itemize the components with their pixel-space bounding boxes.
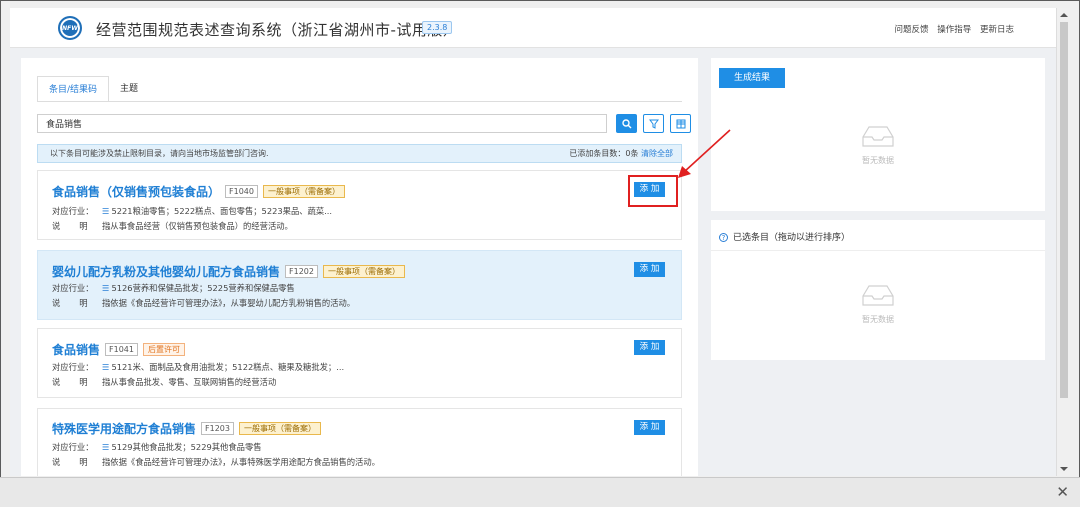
tab-divider [37, 101, 682, 102]
version-badge: 2.3.8 [422, 21, 453, 34]
empty-inbox-icon [862, 126, 894, 147]
add-button[interactable]: 添 加 [634, 420, 665, 435]
selected-title: 已选条目（拖动以进行排序） [733, 233, 851, 243]
industry-line: 对应行业： ☰ 5126营养和保健品批发；5225营养和保健品零售 [52, 282, 295, 294]
filter-icon [648, 119, 659, 129]
industry-text: 5126营养和保健品批发；5225营养和保健品零售 [111, 283, 295, 293]
search-icon [621, 118, 631, 128]
industry-text: 5221粮油零售；5222糕点、面包零售；5223果品、蔬菜... [111, 206, 333, 216]
clear-all-link[interactable]: 清除全部 [641, 149, 673, 158]
add-button[interactable]: 添 加 [634, 262, 665, 277]
tab-bar: 条目/结果码 主题 [37, 76, 149, 102]
desc-line: 说明：指从事食品经营（仅销售预包装食品）的经营活动。 [52, 220, 293, 232]
scroll-down-arrow[interactable] [1060, 467, 1068, 471]
result-title[interactable]: 食品销售（仅销售预包装食品） F1040 一般事项（需备案） [52, 183, 345, 200]
scrollbar[interactable] [1056, 8, 1070, 476]
selected-header: ? 已选条目（拖动以进行排序） [719, 230, 850, 243]
industry-label: 对应行业： [52, 206, 94, 216]
result-card: 食品销售（仅销售预包装食品） F1040 一般事项（需备案） 对应行业： ☰ 5221粮… [37, 170, 682, 240]
list-icon: ☰ [102, 442, 110, 452]
guide-link[interactable]: 操作指导 [937, 25, 971, 35]
result-panel: 生成结果 暂无数据 [711, 58, 1045, 211]
desc-text: 指从事食品批发、零售、互联网销售的经营活动 [102, 377, 277, 387]
result-tag: 一般事项（需备案） [262, 185, 345, 198]
result-name: 食品销售（仅销售预包装食品） [52, 185, 221, 199]
result-code: F1041 [105, 343, 138, 356]
tab-theme[interactable]: 主题 [109, 76, 149, 102]
industry-label: 对应行业： [52, 442, 94, 452]
desc-label: 说明： [52, 457, 134, 467]
empty-state: 暂无数据 [711, 283, 1045, 325]
result-tag: 一般事项（需备案） [322, 265, 405, 278]
annotation-arrow [678, 129, 731, 178]
close-icon[interactable]: ✕ [1056, 483, 1069, 501]
search-panel: 条目/结果码 主题 以下条目可能涉及禁止限制目录，请向当地市场监管部门咨询. 已… [21, 58, 698, 476]
industry-line: 对应行业： ☰ 5221粮油零售；5222糕点、面包零售；5223果品、蔬菜... [52, 205, 332, 217]
result-code: F1203 [201, 422, 234, 435]
scroll-up-arrow[interactable] [1060, 13, 1068, 17]
result-name: 婴幼儿配方乳粉及其他婴幼儿配方食品销售 [52, 265, 281, 279]
added-count: 已添加条目数：0条 [569, 149, 639, 158]
result-name: 食品销售 [52, 343, 101, 357]
divider [711, 250, 1045, 251]
result-title[interactable]: 婴幼儿配方乳粉及其他婴幼儿配方食品销售 F1202 一般事项（需备案） [52, 263, 405, 280]
result-name: 特殊医学用途配方食品销售 [52, 422, 197, 436]
desc-text: 指依据《食品经营许可管理办法》，从事特殊医学用途配方食品销售的活动。 [102, 457, 380, 467]
industry-line: 对应行业： ☰ 5129其他食品批发；5229其他食品零售 [52, 441, 262, 453]
desc-text: 指依据《食品经营许可管理办法》，从事婴幼儿配方乳粉销售的活动。 [102, 298, 356, 308]
result-code: F1202 [285, 265, 318, 278]
desc-line: 说明：指从事食品批发、零售、互联网销售的经营活动 [52, 376, 276, 388]
list-icon: ☰ [102, 362, 110, 372]
industry-label: 对应行业： [52, 362, 94, 372]
logo-text: NFW [62, 24, 78, 32]
result-title[interactable]: 特殊医学用途配方食品销售 F1203 一般事项（需备案） [52, 420, 321, 437]
add-button[interactable]: 添 加 [634, 340, 665, 355]
search-input[interactable] [37, 114, 607, 133]
notice-text: 以下条目可能涉及禁止限制目录，请向当地市场监管部门咨询. [50, 149, 269, 158]
app-container: NFW 经营范围规范表述查询系统（浙江省湖州市-试用版） 2.3.8 问题反馈 … [10, 8, 1056, 476]
result-tag: 后置许可 [142, 343, 185, 356]
notice-bar: 以下条目可能涉及禁止限制目录，请向当地市场监管部门咨询. 已添加条目数：0条 清… [37, 144, 682, 163]
question-icon[interactable]: ? [719, 233, 728, 242]
desc-line: 说明：指依据《食品经营许可管理办法》，从事特殊医学用途配方食品销售的活动。 [52, 456, 380, 468]
scroll-thumb[interactable] [1060, 22, 1068, 398]
changelog-link[interactable]: 更新日志 [980, 25, 1014, 35]
app-title: 经营范围规范表述查询系统（浙江省湖州市-试用版） [96, 21, 459, 39]
result-card: 食品销售 F1041 后置许可 对应行业： ☰ 5121米、面制品及食用油批发；5122… [37, 328, 682, 398]
tab-item-code[interactable]: 条目/结果码 [37, 76, 110, 102]
list-icon: ☰ [102, 206, 110, 216]
desc-label: 说明： [52, 221, 134, 231]
result-title[interactable]: 食品销售 F1041 后置许可 [52, 341, 185, 358]
generate-result-button[interactable]: 生成结果 [719, 68, 785, 88]
desc-label: 说明： [52, 377, 134, 387]
header: NFW 经营范围规范表述查询系统（浙江省湖州市-试用版） 2.3.8 问题反馈 … [10, 8, 1056, 48]
result-tag: 一般事项（需备案） [238, 422, 321, 435]
empty-text: 暂无数据 [862, 315, 894, 324]
industry-text: 5121米、面制品及食用油批发；5122糕点、糖果及糖批发；... [111, 362, 345, 372]
result-card: 婴幼儿配方乳粉及其他婴幼儿配方食品销售 F1202 一般事项（需备案） 对应行业： ☰… [37, 250, 682, 320]
selected-panel: ? 已选条目（拖动以进行排序） 暂无数据 [711, 220, 1045, 360]
filter-button[interactable] [643, 114, 664, 133]
feedback-link[interactable]: 问题反馈 [895, 25, 929, 35]
result-card: 特殊医学用途配方食品销售 F1203 一般事项（需备案） 对应行业： ☰ 5129其他食… [37, 408, 682, 476]
search-button[interactable] [616, 114, 637, 133]
top-links: 问题反馈 操作指导 更新日志 [889, 23, 1014, 35]
industry-line: 对应行业： ☰ 5121米、面制品及食用油批发；5122糕点、糖果及糖批发；... [52, 361, 344, 373]
dialog-bottom-bar: ✕ [0, 477, 1080, 507]
desc-line: 说明：指依据《食品经营许可管理办法》，从事婴幼儿配方乳粉销售的活动。 [52, 297, 355, 309]
empty-state: 暂无数据 [711, 124, 1045, 166]
industry-text: 5129其他食品批发；5229其他食品零售 [111, 442, 262, 452]
empty-text: 暂无数据 [862, 156, 894, 165]
list-icon: ☰ [102, 283, 110, 293]
desc-text: 指从事食品经营（仅销售预包装食品）的经营活动。 [102, 221, 293, 231]
result-code: F1040 [225, 185, 258, 198]
logo-icon: NFW [58, 16, 82, 40]
notice-right: 已添加条目数：0条 清除全部 [569, 145, 673, 162]
industry-label: 对应行业： [52, 283, 94, 293]
empty-inbox-icon [862, 285, 894, 306]
desc-label: 说明： [52, 298, 134, 308]
